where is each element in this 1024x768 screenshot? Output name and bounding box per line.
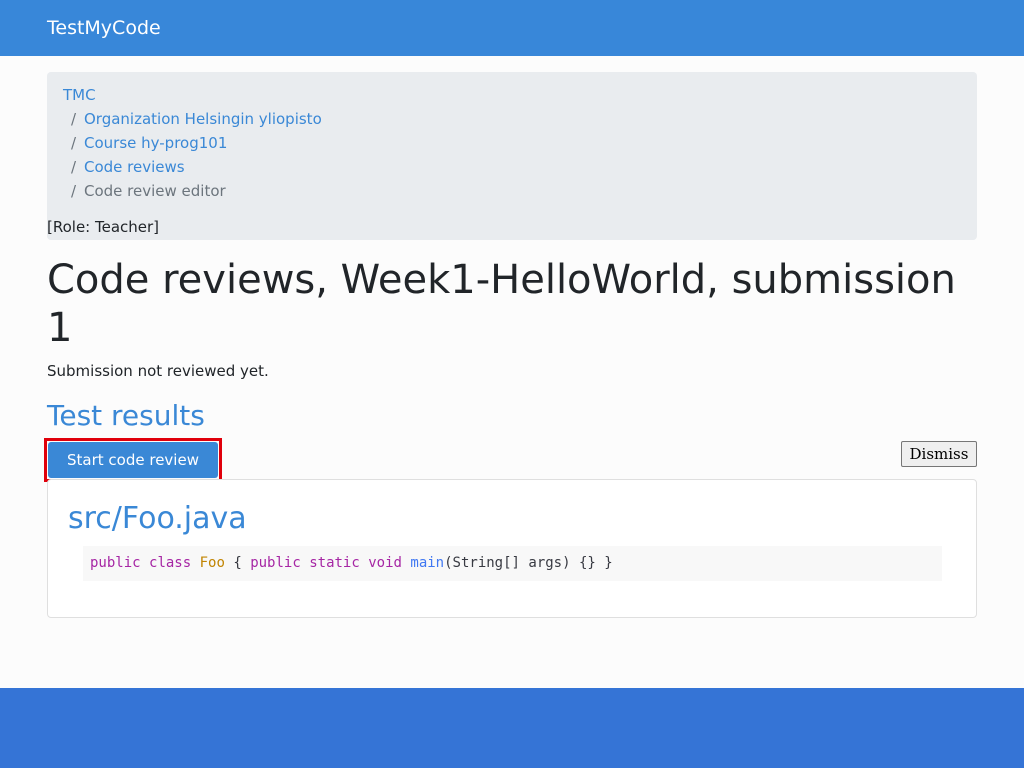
breadcrumb-item-tmc: TMC <box>63 85 96 105</box>
footer <box>0 688 1024 768</box>
breadcrumb-current-page: Code review editor <box>84 182 226 200</box>
dismiss-button[interactable]: Dismiss <box>901 441 977 467</box>
code-keyword: static <box>309 555 360 571</box>
breadcrumb-link-course[interactable]: Course hy-prog101 <box>84 134 227 152</box>
test-results-heading: Test results <box>47 399 205 432</box>
breadcrumb-item-organization: / Organization Helsingin yliopisto <box>63 109 322 129</box>
breadcrumb-separator: / <box>71 182 77 200</box>
code-block[interactable]: public class Foo { public static void ma… <box>83 546 942 581</box>
code-class-name: Foo <box>199 555 225 571</box>
code-text: (String[] args) {} } <box>444 555 613 571</box>
navbar: TestMyCode <box>0 0 1024 56</box>
file-card: src/Foo.java public class Foo { public s… <box>47 479 977 618</box>
code-keyword: public <box>90 555 141 571</box>
breadcrumb-item-current: / Code review editor <box>63 181 226 201</box>
code-keyword: class <box>149 555 192 571</box>
breadcrumb-item-course: / Course hy-prog101 <box>63 133 227 153</box>
breadcrumb-separator: / <box>71 134 77 152</box>
start-code-review-button[interactable]: Start code review <box>48 442 218 478</box>
brand-link[interactable]: TestMyCode <box>47 16 161 40</box>
code-keyword: void <box>368 555 402 571</box>
start-review-highlight: Start code review <box>44 438 222 482</box>
review-status-text: Submission not reviewed yet. <box>47 362 269 380</box>
breadcrumb-link-tmc[interactable]: TMC <box>63 86 96 104</box>
page-title: Code reviews, Week1-HelloWorld, submissi… <box>47 257 956 351</box>
code-text: { <box>224 555 251 571</box>
breadcrumb-separator: / <box>71 158 77 176</box>
breadcrumb-link-organization[interactable]: Organization Helsingin yliopisto <box>84 110 322 128</box>
breadcrumb-separator: / <box>71 110 77 128</box>
breadcrumb-item-code-reviews: / Code reviews <box>63 157 185 177</box>
breadcrumb-link-code-reviews[interactable]: Code reviews <box>84 158 185 176</box>
code-keyword: public <box>250 555 301 571</box>
file-name: src/Foo.java <box>68 501 247 536</box>
code-function-name: main <box>410 555 445 571</box>
breadcrumb: TMC / Organization Helsingin yliopisto / C… <box>47 72 977 240</box>
role-indicator: [Role: Teacher] <box>47 218 160 236</box>
